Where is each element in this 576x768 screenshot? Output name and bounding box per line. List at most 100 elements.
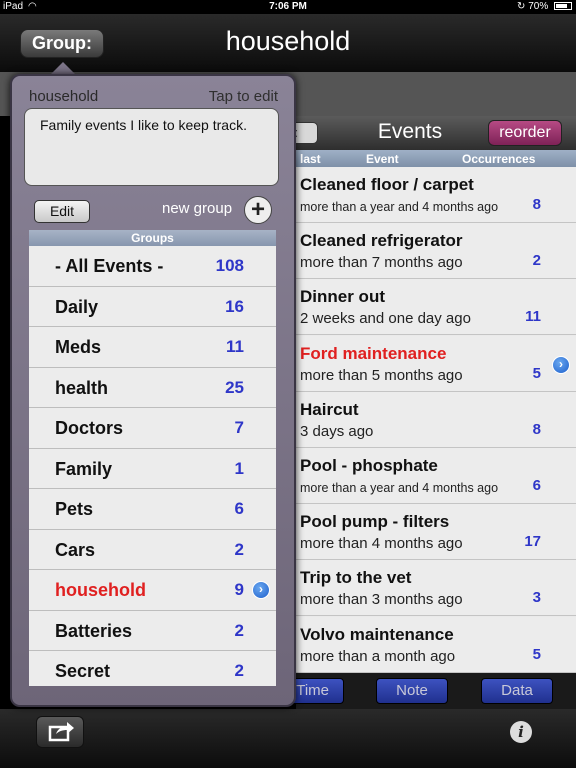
popover-group-name: household	[29, 88, 99, 105]
status-time: 7:06 PM	[269, 1, 307, 12]
group-row[interactable]: health 25	[29, 367, 276, 408]
group-event-count: 9	[234, 580, 244, 599]
battery-percent: 70%	[528, 1, 549, 12]
status-right: ↻ 70%	[517, 1, 572, 12]
event-row[interactable]: Dinner out 2 weeks and one day ago 11	[296, 279, 576, 336]
new-group-label[interactable]: new group	[162, 200, 232, 217]
page-title: household	[225, 26, 351, 56]
group-event-count: 11	[226, 337, 244, 356]
rotation-lock-icon: ↻	[517, 1, 526, 12]
event-name: Trip to the vet	[300, 568, 412, 588]
event-row[interactable]: Cleaned floor / carpet more than a year a…	[296, 167, 576, 223]
event-last-time: more than a year and 4 months ago	[300, 481, 499, 495]
event-last-time: more than 3 months ago	[300, 591, 463, 609]
groups-section-header: Groups	[29, 230, 276, 246]
tap-to-edit-hint[interactable]: Tap to edit	[209, 88, 278, 105]
group-name: Secret	[55, 661, 111, 681]
event-name: Cleaned refrigerator	[300, 231, 463, 251]
plus-icon[interactable]: +	[244, 196, 272, 224]
event-occurrence-count: 5	[532, 364, 541, 382]
group-event-count: 2	[234, 620, 244, 640]
event-name: Haircut	[300, 399, 359, 419]
group-name: Meds	[55, 337, 102, 357]
event-last-time: more than a month ago	[300, 647, 456, 665]
group-event-count: 2	[234, 539, 244, 559]
group-row[interactable]: Secret 2	[29, 651, 276, 686]
event-occurrence-count: 6	[532, 477, 541, 494]
bottom-toolbar: i	[0, 709, 576, 768]
group-row[interactable]: - All Events - 108	[29, 246, 276, 287]
group-name: Pets	[55, 499, 94, 519]
event-name: Dinner out	[300, 287, 385, 307]
disclosure-icon[interactable]: ›	[252, 581, 270, 599]
reorder-button[interactable]: reorder	[488, 120, 562, 146]
event-name: Pool pump - filters	[300, 512, 450, 532]
event-row[interactable]: Cleaned refrigerator more than 7 months a…	[296, 223, 576, 280]
group-name: household	[55, 580, 146, 600]
event-last-time: 2 weeks and one day ago	[300, 310, 471, 328]
event-occurrence-count: 8	[532, 420, 541, 438]
disclosure-icon[interactable]: ›	[552, 355, 570, 374]
event-last-time: more than 4 months ago	[300, 535, 463, 553]
events-title: Events	[377, 120, 443, 143]
event-last-time: more than 7 months ago	[300, 254, 463, 272]
event-row[interactable]: Ford maintenance more than 5 months ago 5 ›	[296, 335, 576, 392]
event-occurrence-count: 2	[532, 252, 541, 270]
group-row[interactable]: Cars 2	[29, 529, 276, 570]
group-event-count: 1	[234, 458, 244, 478]
event-row[interactable]: Pool - phosphate more than a year and 4 m…	[296, 448, 576, 504]
event-row[interactable]: Volvo maintenance more than a month ago 5	[296, 616, 576, 673]
group-row[interactable]: Pets 6	[29, 489, 276, 530]
event-row[interactable]: Pool pump - filters more than 4 months ag…	[296, 504, 576, 561]
group-row[interactable]: household 9 ›	[29, 570, 276, 611]
share-button[interactable]	[36, 716, 84, 748]
group-name: health	[55, 377, 109, 398]
navigation-bar: Group: household	[0, 14, 576, 72]
event-last-time: more than a year and 4 months ago	[300, 200, 499, 214]
events-column-headers: last Event Occurrences	[296, 150, 576, 167]
group-row[interactable]: Doctors 7	[29, 408, 276, 449]
group-name: Daily	[55, 296, 99, 317]
group-description-box[interactable]: Family events I like to keep track.	[24, 108, 279, 186]
group-row[interactable]: Family 1	[29, 448, 276, 489]
event-row[interactable]: Trip to the vet more than 3 months ago 3	[296, 560, 576, 617]
groups-edit-button[interactable]: Edit	[34, 200, 90, 223]
group-event-count: 25	[225, 377, 244, 397]
event-name: Ford maintenance	[300, 343, 447, 363]
info-icon[interactable]: i	[510, 721, 532, 743]
event-last-time: more than 5 months ago	[300, 366, 463, 384]
group-row[interactable]: Batteries 2	[29, 610, 276, 651]
group-row[interactable]: Daily 16	[29, 286, 276, 327]
column-header-event: Event	[366, 152, 399, 166]
group-event-count: 108	[215, 256, 244, 275]
battery-icon	[554, 2, 572, 10]
group-name: Doctors	[55, 418, 124, 438]
share-icon	[48, 722, 74, 742]
tab-data[interactable]: Data	[481, 678, 553, 704]
events-header-bar: it Events reorder	[260, 116, 576, 150]
groups-list: - All Events -108 Daily 16 Meds 11 health 25 Do…	[29, 246, 276, 686]
group-row[interactable]: Meds 11	[29, 327, 276, 368]
column-header-occurrences: Occurrences	[462, 152, 536, 166]
event-occurrence-count: 17	[524, 533, 541, 551]
event-name: Volvo maintenance	[300, 624, 454, 644]
app-screen: iPad ◠ 7:06 PM ↻ 70% Group: household it…	[0, 0, 576, 768]
detail-tab-bar: Time Note Data	[284, 673, 576, 709]
group-description-text: Family events I like to keep track.	[40, 117, 247, 133]
group-event-count: 16	[225, 296, 244, 316]
event-occurrence-count: 8	[532, 196, 541, 213]
column-header-last: last	[300, 152, 321, 166]
event-last-time: 3 days ago	[300, 422, 374, 440]
status-bar: iPad ◠ 7:06 PM ↻ 70%	[0, 0, 576, 14]
events-list: Cleaned floor / carpet more than a year a…	[296, 167, 576, 673]
group-name: Family	[55, 458, 113, 479]
group-popover: household Tap to edit Family events I li…	[10, 74, 296, 707]
event-occurrence-count: 3	[532, 589, 541, 607]
group-event-count: 2	[234, 661, 244, 680]
tab-note[interactable]: Note	[376, 678, 448, 704]
group-name: Batteries	[55, 620, 133, 641]
event-name: Pool - phosphate	[300, 456, 438, 475]
event-row[interactable]: Haircut 3 days ago 8	[296, 391, 576, 448]
group-event-count: 6	[234, 499, 244, 518]
event-occurrence-count: 11	[525, 308, 541, 326]
